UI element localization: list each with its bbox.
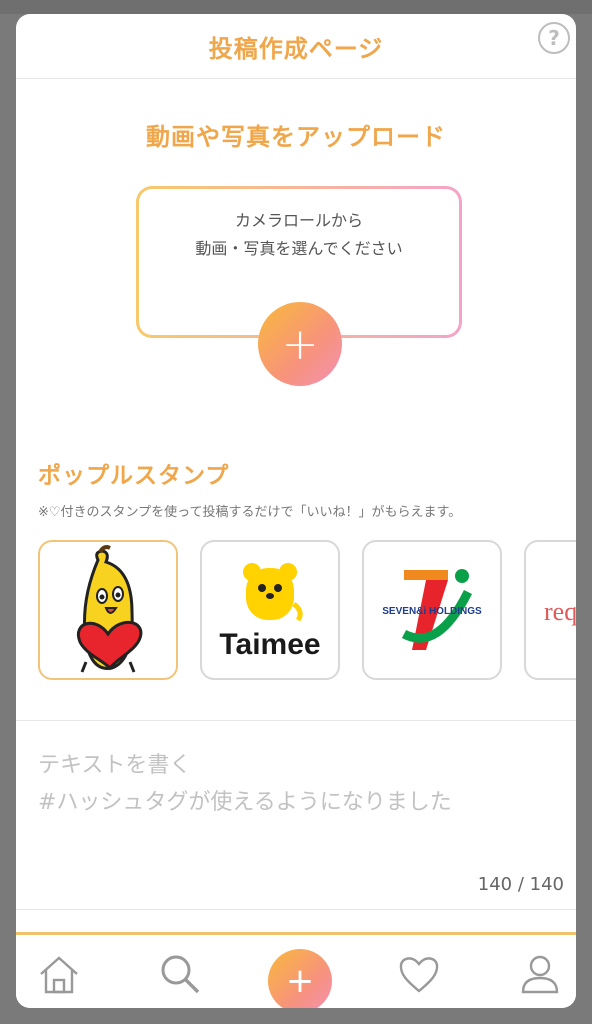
post-text-input[interactable]: テキストを書く #ハッシュタグが使えるようになりました 140 / 140: [16, 720, 576, 910]
stamp-banana[interactable]: [38, 540, 178, 680]
tab-home[interactable]: [36, 951, 82, 997]
overlay-top: [0, 0, 592, 14]
text-placeholder: テキストを書く #ハッシュタグが使えるようになりました: [38, 753, 452, 815]
help-button[interactable]: ?: [538, 22, 570, 54]
stamp-heading: ポップルスタンプ: [38, 463, 230, 489]
req-logo-icon: req: [544, 597, 576, 626]
home-icon: [40, 956, 78, 994]
page-title: 投稿作成ページ: [208, 34, 384, 63]
req-wordmark: req: [544, 597, 576, 626]
tab-profile[interactable]: [517, 951, 563, 997]
stamp-seven-i[interactable]: SEVEN&i HOLDINGS: [362, 540, 502, 680]
taimee-logo-icon: Taimee: [219, 563, 321, 661]
help-icon: ?: [548, 26, 560, 50]
upload-heading: 動画や写真をアップロード: [146, 123, 446, 151]
heart-icon: [399, 957, 439, 993]
user-icon: [521, 955, 559, 994]
seven-i-logo-icon: SEVEN&i HOLDINGS: [382, 569, 482, 650]
taimee-wordmark: Taimee: [219, 628, 320, 661]
post-create-sheet: 投稿作成ページ ? 動画や写真をアップロード カメラロールから 動画・写真を選ん…: [16, 14, 576, 1008]
plus-icon: +: [285, 961, 315, 1001]
plus-icon: +: [281, 318, 319, 370]
stamp-taimee[interactable]: Taimee: [200, 540, 340, 680]
upload-line-1: カメラロールから: [234, 211, 363, 230]
char-counter: 140 / 140: [477, 874, 564, 895]
stamp-req[interactable]: req: [524, 540, 576, 680]
tab-bar: +: [16, 932, 576, 1008]
add-media-button[interactable]: +: [258, 302, 342, 386]
tab-likes[interactable]: [396, 951, 442, 997]
tab-post-button[interactable]: +: [268, 949, 332, 1008]
banana-heart-icon: [76, 545, 143, 673]
upload-line-2: 動画・写真を選んでください: [195, 239, 403, 258]
tab-search[interactable]: [157, 951, 203, 997]
stamp-note: ※♡付きのスタンプを使って投稿するだけで「いいね！」がもらえます。: [38, 505, 462, 520]
stamp-carousel[interactable]: Taimee SEVEN&i HOLDINGS req: [38, 540, 576, 682]
search-icon: [161, 955, 200, 994]
seven-i-wordmark: SEVEN&i HOLDINGS: [382, 606, 482, 617]
header: 投稿作成ページ ?: [16, 14, 576, 79]
